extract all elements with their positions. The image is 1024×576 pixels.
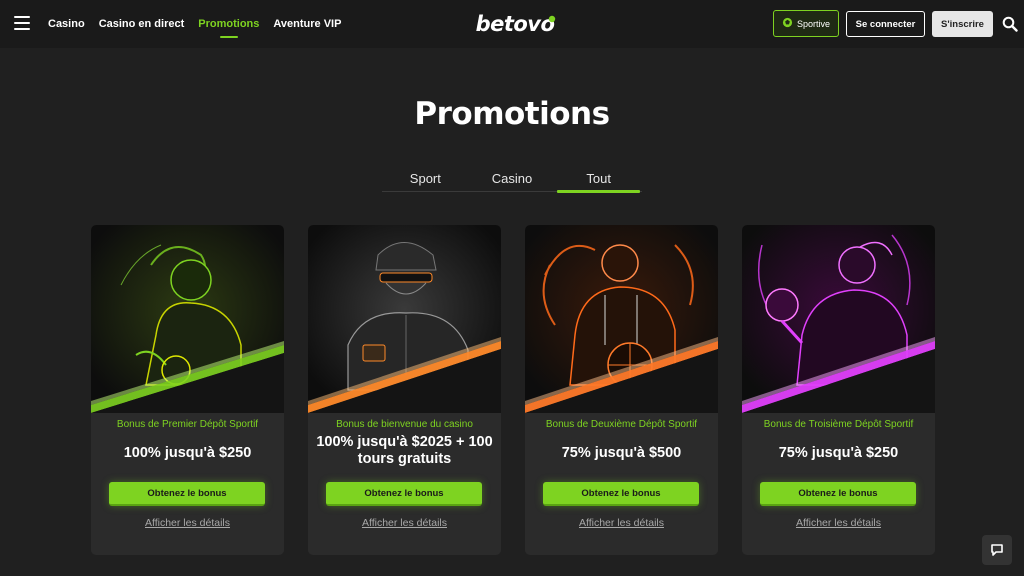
boxer-image: [742, 225, 935, 413]
details-link[interactable]: Afficher les détails: [308, 517, 501, 529]
card-title: 75% jusqu'à $500: [561, 445, 682, 461]
tab-all[interactable]: Tout: [555, 170, 642, 193]
get-bonus-button[interactable]: Obtenez le bonus: [326, 482, 482, 506]
menu-icon[interactable]: [14, 16, 30, 30]
nav-casino[interactable]: Casino: [48, 18, 85, 30]
soccer-player-image: [91, 225, 284, 413]
page-title: Promotions: [414, 96, 610, 132]
nav-promotions[interactable]: Promotions: [198, 18, 259, 30]
promo-card-sport-second: Bonus de Deuxième Dépôt Sportif 75% jusq…: [525, 225, 718, 555]
search-icon[interactable]: [1002, 16, 1018, 32]
get-bonus-button[interactable]: Obtenez le bonus: [109, 482, 265, 506]
promo-card-sport-third: Bonus de Troisième Dépôt Sportif 75% jus…: [742, 225, 935, 555]
promo-card-sport-first: Bonus de Premier Dépôt Sportif 100% jusq…: [91, 225, 284, 555]
promo-tabs: Sport Casino Tout: [382, 170, 642, 193]
get-bonus-button[interactable]: Obtenez le bonus: [543, 482, 699, 506]
get-bonus-button[interactable]: Obtenez le bonus: [760, 482, 916, 506]
card-subtitle: Bonus de Deuxième Dépôt Sportif: [545, 419, 698, 430]
sportive-button[interactable]: Sportive: [773, 10, 839, 37]
top-header: Casino Casino en direct Promotions Avent…: [0, 0, 1024, 48]
card-subtitle: Bonus de bienvenue du casino: [336, 419, 473, 430]
details-link[interactable]: Afficher les détails: [742, 517, 935, 529]
card-title: 75% jusqu'à $250: [778, 445, 899, 461]
promo-card-casino-welcome: Bonus de bienvenue du casino 100% jusqu'…: [308, 225, 501, 555]
betovo-logo[interactable]: betovo: [460, 12, 570, 36]
basketball-player-image: [525, 225, 718, 413]
main-nav: Casino Casino en direct Promotions Avent…: [48, 0, 341, 48]
login-button[interactable]: Se connecter: [846, 11, 925, 37]
card-subtitle: Bonus de Premier Dépôt Sportif: [116, 419, 259, 430]
card-subtitle: Bonus de Troisième Dépôt Sportif: [763, 419, 914, 430]
sportive-label: Sportive: [796, 18, 831, 29]
signup-button[interactable]: S'inscrire: [932, 11, 993, 37]
card-player-image: [308, 225, 501, 413]
nav-vip[interactable]: Aventure VIP: [273, 18, 341, 30]
sportive-icon: [782, 17, 793, 30]
card-title: 100% jusqu'à $2025 + 100 tours gratuits: [316, 434, 493, 467]
details-link[interactable]: Afficher les détails: [525, 517, 718, 529]
nav-casino-live[interactable]: Casino en direct: [99, 18, 185, 30]
tab-casino[interactable]: Casino: [469, 170, 556, 191]
chat-icon[interactable]: [982, 535, 1012, 565]
details-link[interactable]: Afficher les détails: [91, 517, 284, 529]
tab-sport[interactable]: Sport: [382, 170, 469, 191]
card-title: 100% jusqu'à $250: [123, 445, 252, 461]
